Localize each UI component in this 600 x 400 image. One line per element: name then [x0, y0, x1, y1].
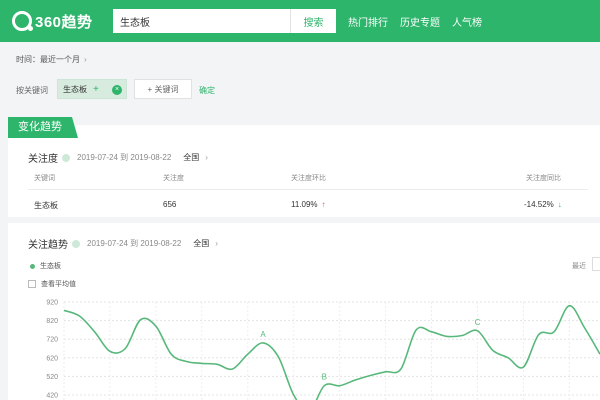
attention-header: 关注度 2019-07-24 到 2019-08-22 全国 › [28, 150, 208, 165]
help-icon[interactable] [72, 239, 80, 248]
y-tick-label: 720 [46, 337, 58, 344]
row-yoy-value: -14.52% [524, 200, 554, 209]
clear-icon[interactable]: × [112, 85, 122, 95]
trend-card: 变化趋势 关注度 2019-07-24 到 2019-08-22 全国 › 关键… [8, 117, 600, 400]
search-button[interactable]: 搜索 [290, 9, 336, 33]
keyword-chip-label: 生态板 [63, 84, 87, 94]
logo[interactable]: 360趋势 [12, 9, 93, 33]
event-marker-b[interactable]: B [322, 373, 327, 382]
column-header-yoy: 关注度同比 [526, 175, 561, 182]
chart-legend[interactable]: 生态板 [30, 261, 61, 271]
filter-panel: 时间：最近一个月 › 按关键词 生态板 + × + 关键词 确定 [0, 42, 600, 118]
time-filter-label: 时间：最近一个月 [16, 55, 80, 64]
keyword-chip[interactable]: 生态板 + × [57, 79, 127, 99]
add-keyword-button[interactable]: + 关键词 [134, 79, 192, 99]
nav-history-topics[interactable]: 历史专题 [400, 14, 440, 29]
column-header-attention: 关注度 [163, 175, 184, 182]
section-gap [8, 217, 600, 223]
help-icon[interactable] [62, 153, 70, 162]
time-filter[interactable]: 时间：最近一个月 › [16, 54, 87, 65]
plus-icon[interactable]: + [93, 84, 99, 95]
column-header-keyword: 关键词 [34, 175, 55, 182]
y-tick-label: 920 [46, 300, 58, 307]
card-tab[interactable]: 变化趋势 [8, 117, 78, 138]
event-marker-c[interactable]: C [475, 318, 481, 327]
row-mom-value: 11.09% [291, 200, 318, 209]
trend-title: 关注趋势 [28, 240, 68, 251]
y-tick-label: 820 [46, 318, 58, 325]
y-tick-label: 620 [46, 355, 58, 362]
legend-dot-icon [30, 263, 35, 269]
row-attention: 656 [163, 200, 177, 209]
recent-label: 最近 [572, 263, 586, 270]
attention-date-range: 2019-07-24 到 2019-08-22 [77, 153, 172, 162]
legend-label: 生态板 [40, 263, 61, 270]
table-divider [28, 189, 588, 190]
attention-title: 关注度 [28, 154, 58, 165]
nav-popularity-list[interactable]: 人气榜 [452, 14, 482, 29]
row-mom: 11.09% ↑ [291, 200, 326, 209]
row-yoy: -14.52% ↓ [524, 200, 562, 209]
column-header-mom: 关注度环比 [291, 175, 326, 182]
trend-date-range: 2019-07-24 到 2019-08-22 [87, 239, 182, 248]
average-label: 查看平均值 [41, 281, 76, 288]
arrow-down-icon: ↓ [557, 200, 562, 209]
checkbox-icon[interactable] [28, 280, 36, 288]
trend-header: 关注趋势 2019-07-24 到 2019-08-22 全国 › [28, 236, 218, 251]
recent-select[interactable] [592, 257, 600, 271]
logo-ring-icon [12, 11, 33, 31]
y-tick-label: 520 [46, 374, 58, 381]
chevron-right-icon: › [215, 239, 218, 248]
chevron-right-icon: › [205, 153, 208, 162]
row-keyword: 生态板 [34, 201, 58, 210]
search-input[interactable] [113, 9, 290, 33]
event-marker-a[interactable]: A [260, 330, 266, 339]
attention-region-select[interactable]: 全国 [183, 152, 199, 163]
y-tick-label: 420 [46, 393, 58, 400]
confirm-button[interactable]: 确定 [199, 85, 215, 96]
top-nav: 热门排行 历史专题 人气榜 [348, 14, 494, 29]
chevron-right-icon: › [84, 55, 87, 64]
trend-region-select[interactable]: 全国 [193, 238, 209, 249]
arrow-up-icon: ↑ [321, 200, 326, 209]
series-line[interactable] [63, 304, 600, 400]
top-bar: 360趋势 搜索 热门排行 历史专题 人气榜 [0, 0, 600, 42]
logo-text: 360趋势 [35, 13, 93, 31]
keyword-label: 按关键词 [16, 86, 48, 95]
trend-chart: 920 820 720 620 520 420 A B C [46, 300, 600, 400]
average-toggle[interactable]: 查看平均值 [28, 279, 76, 289]
nav-hot-ranking[interactable]: 热门排行 [348, 14, 388, 29]
